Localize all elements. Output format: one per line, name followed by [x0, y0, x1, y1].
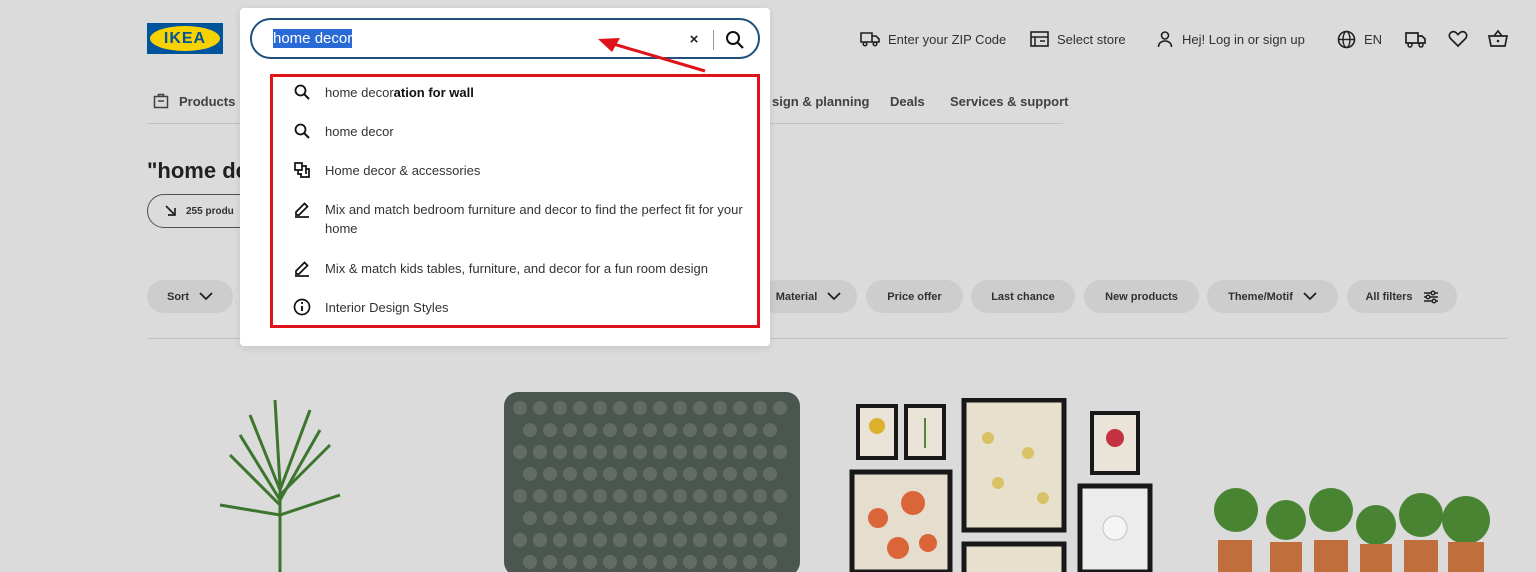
search-icon	[294, 84, 310, 100]
info-icon	[293, 298, 311, 316]
search-separator	[713, 30, 714, 50]
pencil-icon	[295, 202, 309, 218]
suggestion-item[interactable]: Home decor & accessories	[293, 161, 743, 180]
page: IKEA Enter your ZIP Code Select store He…	[0, 0, 1536, 572]
pencil-icon	[295, 261, 309, 277]
suggestion-item[interactable]: home decor	[293, 122, 743, 141]
suggestion-item[interactable]: home decoration for wall	[293, 83, 743, 102]
suggestion-text: Interior Design Styles	[325, 300, 449, 315]
suggestion-text: Mix & match kids tables, furniture, and …	[325, 261, 708, 276]
search-dropdown: home decor × home decoration for wall ho…	[240, 8, 770, 346]
suggestion-text: home decor	[325, 124, 394, 139]
annotation-arrow-icon	[598, 38, 706, 73]
search-icon	[294, 123, 310, 139]
suggestion-text: Home decor & accessories	[325, 163, 481, 178]
suggestion-text: home decoration for wall	[325, 85, 474, 100]
suggestion-item[interactable]: Mix & match kids tables, furniture, and …	[293, 259, 743, 278]
suggestions-highlight-box: home decoration for wall home decor Home…	[270, 74, 760, 328]
category-icon	[294, 162, 310, 178]
search-query-text[interactable]: home decor	[273, 29, 353, 48]
suggestion-item[interactable]: Interior Design Styles	[293, 298, 743, 317]
search-icon[interactable]	[724, 29, 746, 51]
suggestion-item[interactable]: Mix and match bedroom furniture and deco…	[293, 200, 743, 238]
suggestion-text: Mix and match bedroom furniture and deco…	[325, 202, 743, 236]
